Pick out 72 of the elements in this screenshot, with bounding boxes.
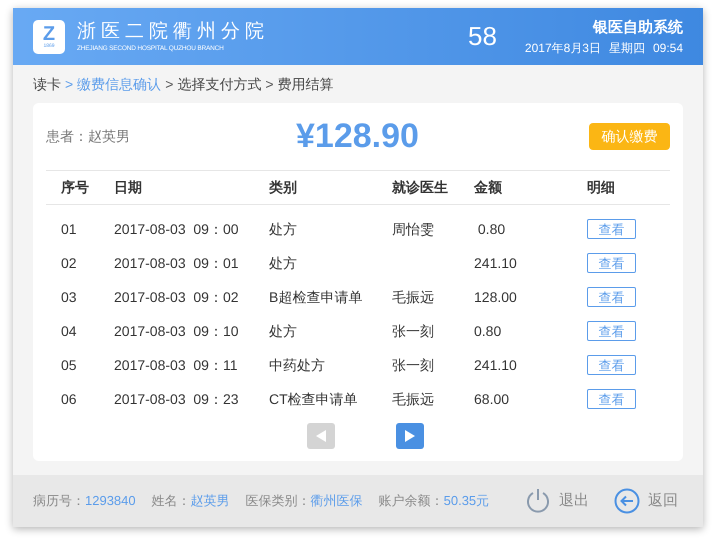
table-cell: 2017-08-03 09：00 <box>114 220 239 236</box>
total-amount: ¥128.90 <box>296 116 419 157</box>
table-cell: CT检查申请单 <box>269 390 358 406</box>
table-cell: 毛振远 <box>392 288 434 304</box>
system-name: 银医自助系统 <box>593 18 683 38</box>
column-header: 金额 <box>474 178 503 197</box>
breadcrumb-step: 读卡 <box>33 74 61 94</box>
table-cell: 06 <box>61 390 77 406</box>
breadcrumb-separator: > <box>265 74 274 94</box>
info-label: 病历号： <box>33 492 85 510</box>
view-button[interactable]: 查看 <box>587 219 636 239</box>
table-cell: 0.80 <box>474 322 502 338</box>
info-label: 账户余额： <box>378 492 444 510</box>
table-cell: 02 <box>61 254 77 270</box>
table-cell: 处方 <box>269 322 297 338</box>
next-page-button[interactable] <box>396 423 424 449</box>
table-cell: 张一刻 <box>392 322 434 338</box>
table-cell: 2017-08-03 09：23 <box>114 390 239 406</box>
table-cell: 03 <box>61 288 77 304</box>
info-label: 姓名： <box>152 492 191 510</box>
table-cell: 2017-08-03 09：10 <box>114 322 239 338</box>
weekday-text: 星期四 <box>608 40 645 56</box>
column-header: 序号 <box>61 178 90 197</box>
column-header: 类别 <box>269 178 298 197</box>
view-button[interactable]: 查看 <box>587 253 636 273</box>
logo-letter: Z <box>42 24 56 44</box>
time-text: 09:54 <box>652 40 683 56</box>
table-cell: 05 <box>61 356 77 372</box>
breadcrumb-step: 费用结算 <box>278 74 334 94</box>
info-label: 医保类别： <box>246 492 311 510</box>
breadcrumb-separator: > <box>65 74 74 94</box>
view-button[interactable]: 查看 <box>587 287 636 307</box>
table-cell: 周怡雯 <box>392 220 434 236</box>
column-header: 就诊医生 <box>392 178 449 197</box>
table-cell: 处方 <box>269 254 297 270</box>
table-cell: 241.10 <box>474 356 517 372</box>
confirm-payment-button[interactable]: 确认缴费 <box>589 123 670 150</box>
table-cell: 2017-08-03 09：11 <box>114 356 238 372</box>
right-triangle-icon <box>405 430 415 442</box>
table-cell: 处方 <box>269 220 297 236</box>
exit-button[interactable]: 退出 <box>525 488 589 514</box>
countdown: 58 <box>468 20 497 53</box>
breadcrumb-step: 缴费信息确认 <box>77 74 162 94</box>
table-cell: 张一刻 <box>392 356 434 372</box>
table-cell: 241.10 <box>474 254 517 270</box>
table-cell-text: 0.80 <box>476 220 506 236</box>
table-cell: 68.00 <box>474 390 510 406</box>
info-value: 衢州医保 <box>310 492 363 510</box>
breadcrumb-separator: > <box>165 74 174 94</box>
table-cell: 中药处方 <box>269 356 325 372</box>
table-cell: 04 <box>61 322 77 338</box>
table-cell: 2017-08-03 09：01 <box>114 254 239 270</box>
left-triangle-icon <box>316 430 326 442</box>
table-cell: B超检查申请单 <box>269 288 362 304</box>
column-header: 明细 <box>587 178 616 197</box>
patient-name: 患者：赵英男 <box>46 127 131 146</box>
column-header: 日期 <box>114 178 143 197</box>
back-button[interactable]: 返回 <box>614 488 678 514</box>
view-button[interactable]: 查看 <box>587 355 636 375</box>
info-value: 赵英男 <box>190 492 230 510</box>
power-icon <box>525 488 551 514</box>
view-button[interactable]: 查看 <box>587 321 636 341</box>
info-value: 50.35元 <box>444 492 490 510</box>
table-cell: 01 <box>61 220 77 236</box>
table-cell: 毛振远 <box>392 390 434 406</box>
info-value: 1293840 <box>85 492 136 510</box>
view-button[interactable]: 查看 <box>587 389 636 409</box>
breadcrumb-step: 选择支付方式 <box>177 74 262 94</box>
table-cell: 128.00 <box>474 288 517 304</box>
hospital-name: 浙医二院衢州分院 <box>77 20 269 44</box>
table-cell: 2017-08-03 09：02 <box>114 288 239 304</box>
date-text: 2017年8月3日 <box>524 40 601 56</box>
